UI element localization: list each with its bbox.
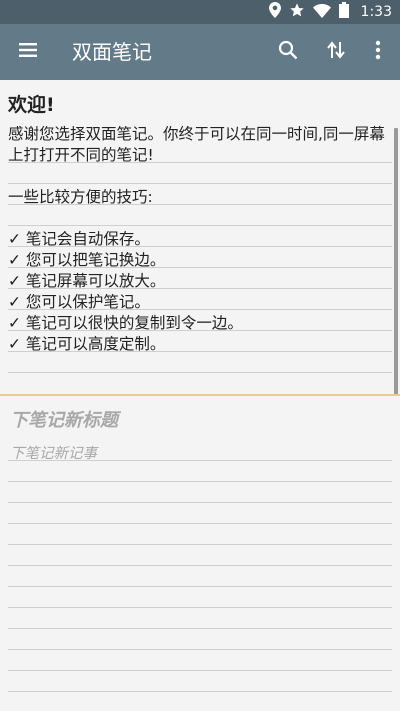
battery-icon xyxy=(338,2,349,22)
star-icon xyxy=(289,2,305,22)
swap-icon xyxy=(327,40,345,64)
bottom-note-panel[interactable]: 下笔记新标题 下笔记新记事 xyxy=(0,396,400,711)
wifi-icon xyxy=(312,3,331,22)
bottom-note-title-input[interactable]: 下笔记新标题 xyxy=(10,406,118,432)
status-icons: 1:33 xyxy=(268,0,392,24)
app-toolbar: 双面笔记 xyxy=(0,24,400,80)
search-button[interactable] xyxy=(264,24,312,80)
bottom-note-body-input[interactable]: 下笔记新记事 xyxy=(10,442,97,463)
menu-icon xyxy=(18,42,38,62)
app-title: 双面笔记 xyxy=(72,40,152,64)
location-icon xyxy=(268,2,281,22)
status-time: 1:33 xyxy=(360,4,392,20)
search-icon xyxy=(278,40,298,64)
top-note-panel[interactable]: 欢迎! 感谢您选择双面笔记。你终于可以在同一时间,同一屏幕上打打开不同的笔记! … xyxy=(0,80,400,395)
top-note-title[interactable]: 欢迎! xyxy=(8,90,55,117)
top-note-scrollbar[interactable] xyxy=(394,128,398,395)
more-options-button[interactable] xyxy=(354,24,400,80)
menu-button[interactable] xyxy=(4,24,52,80)
status-bar: 1:33 xyxy=(0,0,400,24)
swap-notes-button[interactable] xyxy=(312,24,360,80)
top-note-body[interactable]: 感谢您选择双面笔记。你终于可以在同一时间,同一屏幕上打打开不同的笔记! 一些比较… xyxy=(8,124,392,355)
more-icon xyxy=(375,40,381,64)
